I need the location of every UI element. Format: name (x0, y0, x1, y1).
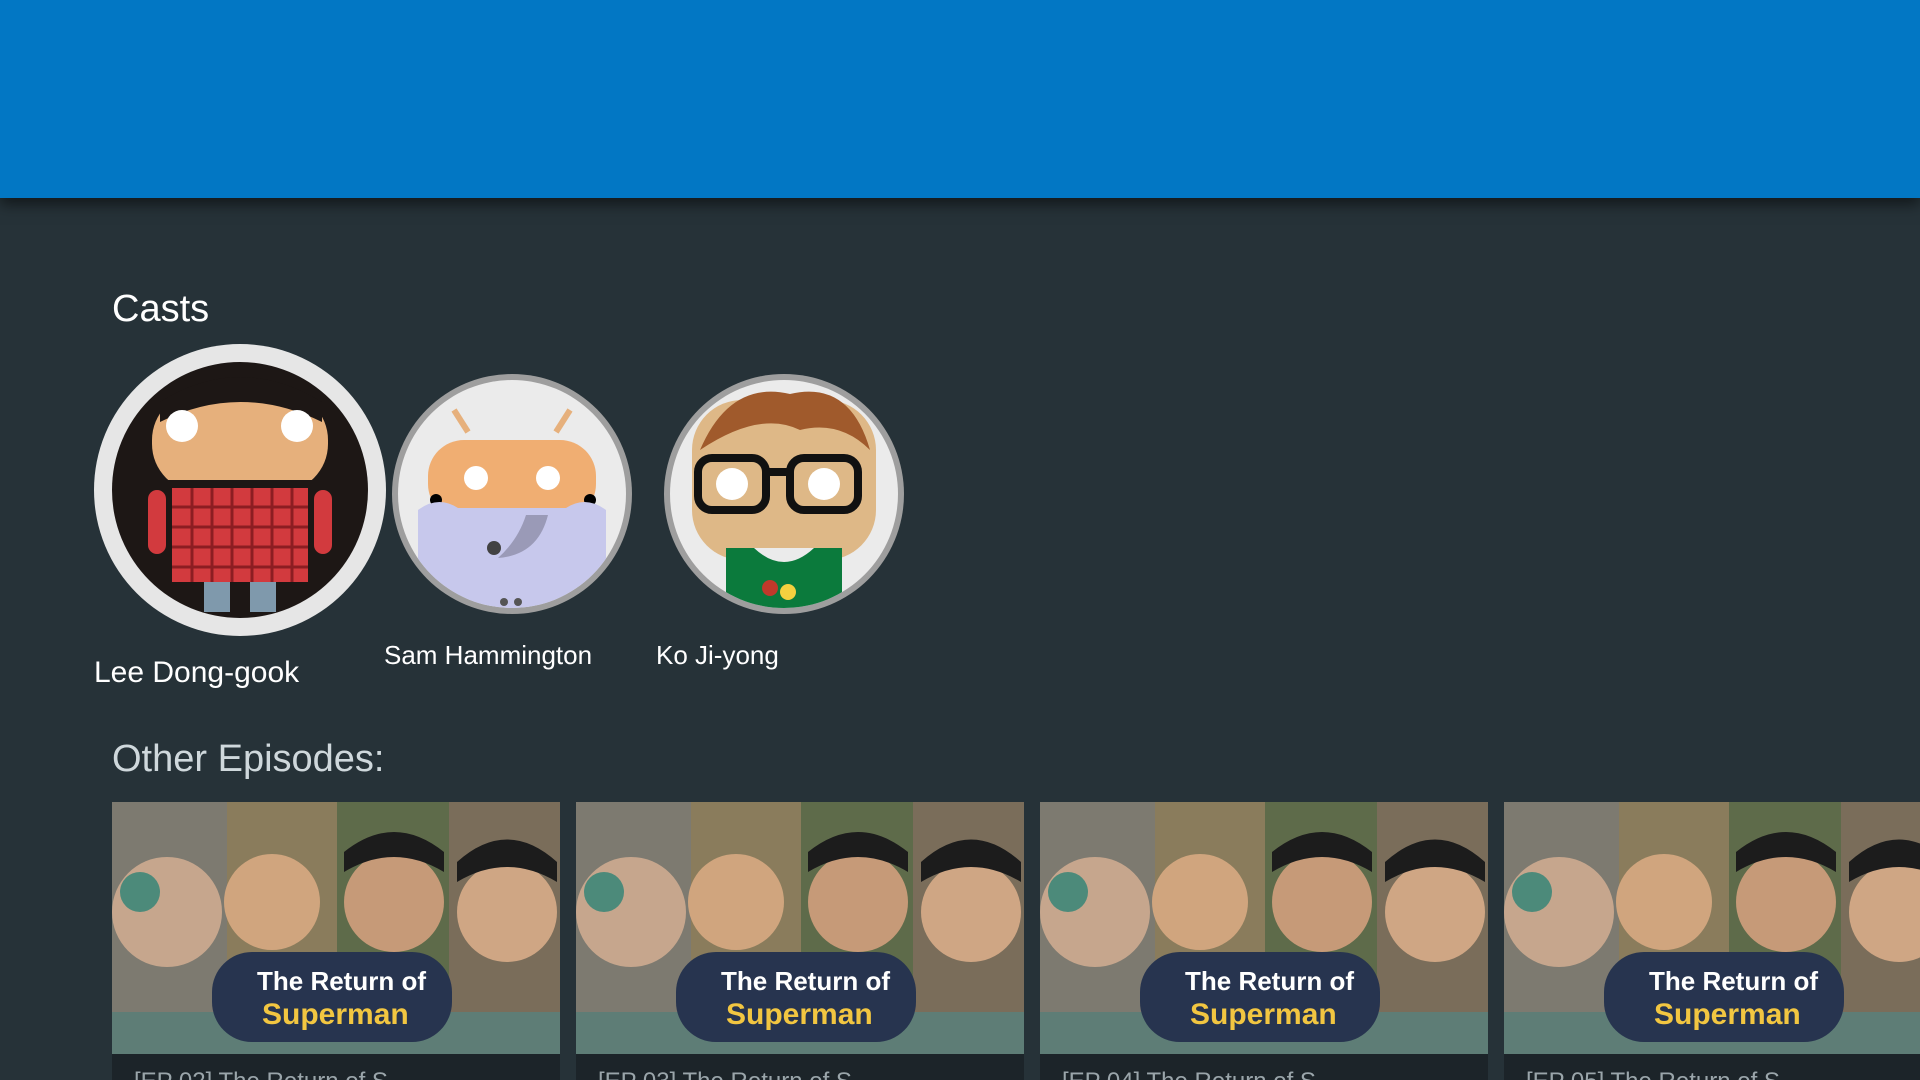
thumbnail-logo-text: The Return of (257, 966, 426, 996)
cast-avatar-ring (94, 344, 386, 636)
episode-card[interactable]: The Return of Superman [EP 04] The Retur… (1040, 802, 1488, 1080)
top-banner (0, 0, 1920, 198)
casts-title: Casts (112, 288, 210, 330)
thumbnail-logo-text: The Return of (721, 966, 890, 996)
episode-title: [EP 03] The Return of S... (598, 1068, 872, 1080)
cast-item-lee-dong-gook[interactable]: Lee Dong-gook (94, 344, 394, 704)
episode-card[interactable]: The Return of Superman [EP 05] The Retur… (1504, 802, 1920, 1080)
cast-name: Lee Dong-gook (94, 656, 300, 689)
thumbnail-logo-text: Superman (726, 998, 873, 1031)
android-avatar-plaid-shirt-icon (112, 362, 368, 618)
episode-thumbnail: The Return of Superman (576, 802, 1024, 1054)
android-avatar-white-hair-icon (398, 380, 626, 608)
episode-thumbnail: The Return of Superman (1040, 802, 1488, 1054)
episode-thumbnail: The Return of Superman (112, 802, 560, 1054)
episodes-row: The Return of Superman [EP 02] The Retur… (112, 802, 1920, 1080)
thumbnail-logo-text: Superman (1190, 998, 1337, 1031)
cast-avatar-ring (392, 374, 632, 614)
episode-title: [EP 02] The Return of S... (134, 1068, 408, 1080)
cast-item-ko-ji-yong[interactable]: Ko Ji-yong (656, 374, 904, 674)
episode-card[interactable]: The Return of Superman [EP 03] The Retur… (576, 802, 1024, 1080)
cast-avatar-ring (664, 374, 904, 614)
cast-item-sam-hammington[interactable]: Sam Hammington (384, 374, 632, 674)
episode-title: [EP 04] The Return of S... (1062, 1068, 1336, 1080)
thumbnail-logo-text: Superman (1654, 998, 1801, 1031)
episode-card[interactable]: The Return of Superman [EP 02] The Retur… (112, 802, 560, 1080)
thumbnail-logo-text: Superman (262, 998, 409, 1031)
cast-name: Ko Ji-yong (656, 640, 779, 670)
episode-title: [EP 05] The Return of S... (1526, 1068, 1800, 1080)
other-episodes-title: Other Episodes: (112, 738, 385, 780)
thumbnail-logo-text: The Return of (1649, 966, 1818, 996)
episode-thumbnail: The Return of Superman (1504, 802, 1920, 1054)
cast-name: Sam Hammington (384, 640, 593, 670)
android-avatar-glasses-jersey-icon (670, 380, 898, 608)
thumbnail-logo-text: The Return of (1185, 966, 1354, 996)
